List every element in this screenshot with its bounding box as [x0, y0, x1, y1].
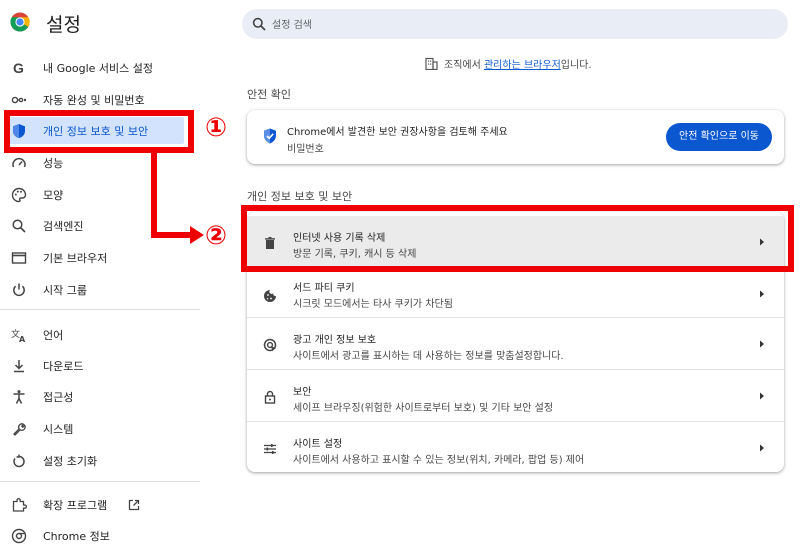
- search-icon: [12, 219, 26, 233]
- puzzle-icon: [12, 498, 27, 512]
- managed-prefix: 조직에서: [444, 60, 484, 71]
- row-subtitle: 사이트에서 사용하고 표시할 수 있는 정보(위치, 카메라, 팝업 등) 제어: [293, 455, 585, 466]
- sidebar: G 내 Google 서비스 설정 자동 완성 및 비밀번호 개인 정보 보호 …: [0, 0, 200, 550]
- sidebar-item-accessibility[interactable]: 접근성: [0, 382, 195, 412]
- row-subtitle: 세이프 브라우징(위험한 사이트로부터 보호) 및 기타 보안 설정: [293, 403, 554, 414]
- shield-check-icon: [264, 128, 276, 144]
- sidebar-item-label: 내 Google 서비스 설정: [43, 62, 153, 75]
- lock-icon: [264, 390, 276, 404]
- sidebar-item-google-services[interactable]: G 내 Google 서비스 설정: [0, 53, 195, 83]
- managed-browser-notice: 조직에서 관리하는 브라우저입니다.: [425, 56, 592, 71]
- chrome-icon: [11, 528, 27, 544]
- row-title: 광고 개인 정보 보호: [293, 335, 377, 346]
- search-icon: [252, 17, 266, 31]
- privacy-section-heading: 개인 정보 보호 및 보안: [247, 190, 353, 203]
- search-input[interactable]: [270, 9, 774, 41]
- building-icon: [425, 57, 438, 70]
- sidebar-item-downloads[interactable]: 다운로드: [0, 351, 195, 381]
- sidebar-item-appearance[interactable]: 모양: [0, 180, 195, 210]
- managed-browser-link[interactable]: 관리하는 브라우저: [484, 60, 561, 71]
- sidebar-item-extensions[interactable]: 확장 프로그램: [0, 490, 195, 520]
- download-icon: [14, 360, 24, 373]
- svg-text:G: G: [13, 60, 24, 76]
- safety-check-title: Chrome에서 발견한 보안 권장사항을 검토해 주세요: [287, 127, 508, 138]
- key-icon: [11, 96, 27, 104]
- sidebar-item-label: 접근성: [43, 391, 74, 404]
- sidebar-item-label: 자동 완성 및 비밀번호: [43, 94, 145, 107]
- annotation-box-step2: [241, 205, 794, 272]
- sidebar-item-about-chrome[interactable]: Chrome 정보: [0, 521, 195, 551]
- sidebar-item-label: 검색엔진: [43, 220, 84, 233]
- safety-check-heading: 안전 확인: [247, 88, 291, 101]
- sidebar-item-label: 언어: [43, 329, 64, 342]
- sidebar-divider: [0, 481, 200, 482]
- svg-text:A: A: [19, 335, 26, 343]
- translate-icon: 文 A: [11, 328, 26, 343]
- sidebar-item-label: 성능: [43, 157, 64, 170]
- sidebar-item-label: 설정 초기화: [43, 455, 98, 468]
- power-icon: [13, 283, 25, 297]
- sidebar-item-system[interactable]: 시스템: [0, 414, 195, 444]
- safety-check-card: Chrome에서 발견한 보안 권장사항을 검토해 주세요 비밀번호 안전 확인…: [247, 110, 784, 164]
- chevron-right-icon: [760, 444, 764, 452]
- open-in-new-icon: [128, 499, 140, 511]
- accessibility-icon: [13, 390, 25, 404]
- google-g-icon: G: [13, 60, 24, 76]
- sidebar-divider: [0, 309, 200, 310]
- chevron-right-icon: [760, 392, 764, 400]
- safety-check-subtitle: 비밀번호: [287, 144, 324, 155]
- sidebar-item-label: 기본 브라우저: [43, 252, 108, 265]
- row-title: 보안: [293, 387, 312, 398]
- sliders-icon: [264, 444, 276, 454]
- sidebar-item-reset-settings[interactable]: 설정 초기화: [0, 446, 195, 476]
- chevron-right-icon: [760, 340, 764, 348]
- sidebar-item-languages[interactable]: 文 A 언어: [0, 320, 195, 350]
- annotation-arrow: [151, 151, 157, 238]
- go-to-safety-check-button[interactable]: 안전 확인으로 이동: [666, 123, 772, 151]
- annotation-step2-label: ②: [205, 221, 228, 251]
- sidebar-item-label: 시작 그룹: [43, 284, 87, 297]
- third-party-cookies-row[interactable]: 서드 파티 쿠키 시크릿 모드에서는 타사 쿠키가 차단됨: [247, 269, 784, 321]
- chevron-right-icon: [760, 290, 764, 298]
- sidebar-item-default-browser[interactable]: 기본 브라우저: [0, 243, 195, 273]
- sidebar-item-label: 다운로드: [43, 360, 84, 373]
- sidebar-item-label: Chrome 정보: [43, 530, 110, 543]
- row-title: 사이트 설정: [293, 439, 343, 450]
- speedometer-icon: [12, 157, 26, 168]
- cookie-icon: [264, 290, 276, 302]
- ad-privacy-icon: [263, 338, 277, 352]
- annotation-arrow: [151, 232, 191, 238]
- sidebar-item-label: 확장 프로그램: [43, 499, 108, 512]
- row-subtitle: 시크릿 모드에서는 타사 쿠키가 차단됨: [293, 299, 453, 310]
- annotation-arrowhead: [190, 226, 204, 244]
- site-settings-row[interactable]: 사이트 설정 사이트에서 사용하고 표시할 수 있는 정보(위치, 카메라, 팝…: [247, 422, 784, 474]
- annotation-box-step1: [4, 110, 194, 153]
- sidebar-item-label: 모양: [43, 189, 64, 202]
- browser-window-icon: [11, 252, 27, 264]
- annotation-step1-label: ①: [205, 113, 228, 143]
- palette-icon: [11, 187, 27, 203]
- restore-icon: [13, 454, 25, 468]
- row-title: 서드 파티 쿠키: [293, 283, 355, 294]
- managed-suffix: 입니다.: [560, 60, 592, 71]
- ad-privacy-row[interactable]: 광고 개인 정보 보호 사이트에서 광고를 표시하는 데 사용하는 정보를 맞춤…: [247, 318, 784, 370]
- sidebar-item-on-startup[interactable]: 시작 그룹: [0, 275, 195, 305]
- search-bar[interactable]: [242, 9, 788, 41]
- row-subtitle: 사이트에서 광고를 표시하는 데 사용하는 정보를 맞춤설정합니다.: [293, 351, 564, 362]
- sidebar-item-label: 시스템: [43, 423, 74, 436]
- wrench-icon: [13, 423, 26, 436]
- security-row[interactable]: 보안 세이프 브라우징(위험한 사이트로부터 보호) 및 기타 보안 설정: [247, 370, 784, 422]
